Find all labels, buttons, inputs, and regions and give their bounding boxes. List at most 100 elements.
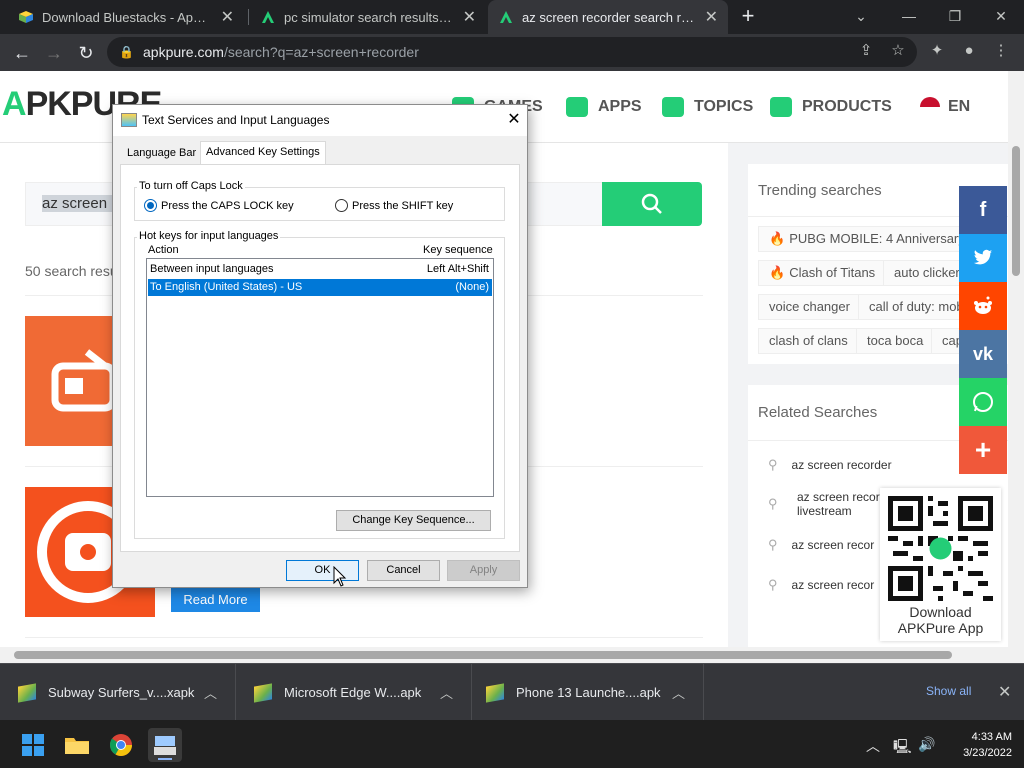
tab-close-icon[interactable]: ✕ (705, 7, 718, 27)
browser-tab-active[interactable]: az screen recorder search results ✕ (488, 0, 728, 34)
browser-tab[interactable]: Download Bluestacks - App Playe ✕ (8, 0, 244, 34)
horizontal-scrollbar[interactable] (0, 647, 1024, 663)
extensions-icon[interactable]: ✦ (926, 40, 948, 62)
chevron-up-icon[interactable]: ︿ (672, 683, 685, 702)
download-bar: Subway Surfers_v....xapk ︿ Microsoft Edg… (0, 663, 1024, 721)
download-item[interactable]: Subway Surfers_v....xapk ︿ (0, 664, 236, 721)
fire-icon: 🔥 (769, 265, 786, 280)
tab-language-bar[interactable]: Language Bar (122, 143, 201, 164)
search-icon (641, 193, 662, 214)
new-tab-button[interactable]: + (736, 4, 760, 30)
radio-dot (144, 199, 157, 212)
tab-title: az screen recorder search results (522, 9, 697, 25)
list-item-selected[interactable]: To English (United States) - US (None) (148, 279, 492, 296)
group-label: To turn off Caps Lock (137, 180, 245, 192)
show-all-link[interactable]: Show all (926, 684, 971, 698)
apply-button[interactable]: Apply (447, 560, 520, 581)
network-icon[interactable]: 🖳 (893, 736, 912, 760)
dialog-titlebar[interactable]: Text Services and Input Languages (113, 105, 527, 136)
reload-icon[interactable]: ↻ (73, 40, 99, 66)
volume-icon[interactable]: 🔊 (918, 736, 935, 753)
vertical-scrollbar[interactable] (1008, 71, 1024, 647)
mouse-cursor-icon (333, 566, 347, 587)
trending-chip[interactable]: toca boca (856, 328, 935, 354)
result-count: 50 search resu (25, 263, 118, 279)
trending-chip[interactable]: 🔥 PUBG MOBILE: 4 Anniversary (758, 226, 976, 252)
lock-icon: 🔒 (119, 45, 134, 59)
tab-search-chevron-icon[interactable]: ⌄ (838, 0, 884, 34)
dialog-title: Text Services and Input Languages (142, 113, 330, 127)
nav-products[interactable]: PRODUCTS (770, 97, 892, 117)
window-close-icon[interactable]: ✕ (978, 0, 1024, 34)
scroll-thumb[interactable] (14, 651, 952, 659)
qr-label: Download APKPure App (897, 604, 984, 636)
whatsapp-icon[interactable] (959, 378, 1007, 426)
download-item[interactable]: Phone 13 Launche....apk ︿ (468, 664, 704, 721)
restore-icon[interactable]: ❐ (932, 0, 978, 34)
browser-tab-strip: Download Bluestacks - App Playe ✕ pc sim… (0, 0, 1024, 34)
star-icon[interactable]: ☆ (887, 40, 909, 62)
scroll-thumb[interactable] (1012, 146, 1020, 276)
trending-chip[interactable]: auto clicker (883, 260, 971, 286)
facebook-icon[interactable]: f (959, 186, 1007, 234)
browser-tab[interactable]: pc simulator search results | APK ✕ (250, 0, 486, 34)
download-item[interactable]: Microsoft Edge W....apk ︿ (236, 664, 472, 721)
forward-arrow-icon[interactable]: → (41, 40, 67, 66)
related-item[interactable]: ⚲ az screen recor (768, 577, 874, 593)
twitter-icon[interactable] (959, 234, 1007, 282)
chrome-icon[interactable] (104, 728, 138, 762)
plus-icon[interactable]: + (959, 426, 1007, 474)
profile-icon[interactable]: ● (958, 40, 980, 62)
share-icon[interactable]: ⇪ (855, 40, 877, 62)
bluestacks-icon (18, 9, 34, 25)
related-item[interactable]: ⚲ az screen recor (768, 537, 874, 553)
trending-chip[interactable]: clash of clans (758, 328, 859, 354)
back-arrow-icon[interactable]: ← (9, 40, 35, 66)
read-more-button[interactable]: Read More (171, 587, 260, 612)
windows-start-icon[interactable] (16, 728, 50, 762)
nav-topics[interactable]: TOPICS (662, 97, 753, 117)
bluestacks-icon (18, 682, 36, 703)
trending-chip[interactable]: call of duty: mob (858, 294, 975, 320)
search-icon: ⚲ (768, 457, 778, 472)
search-button[interactable] (602, 182, 702, 226)
taskbar-clock[interactable]: 4:33 AM 3/23/2022 (940, 729, 1012, 761)
nav-language[interactable]: EN (920, 97, 970, 117)
reddit-icon[interactable] (959, 282, 1007, 330)
chevron-up-icon[interactable]: ︿ (866, 736, 880, 756)
qr-code-icon (888, 496, 993, 601)
nav-apps[interactable]: APPS (566, 97, 642, 117)
download-app-qr-card[interactable]: Download APKPure App (880, 488, 1001, 641)
hotkeys-list[interactable]: Between input languages Left Alt+Shift To… (146, 258, 494, 497)
chevron-up-icon[interactable]: ︿ (204, 683, 217, 702)
tab-advanced-key-settings[interactable]: Advanced Key Settings (200, 141, 326, 165)
tab-close-icon[interactable]: ✕ (221, 7, 234, 27)
search-icon: ⚲ (768, 496, 778, 511)
shift-radio[interactable]: Press the SHIFT key (335, 199, 453, 212)
ok-button[interactable]: OK (286, 560, 359, 581)
trending-chip[interactable]: voice changer (758, 294, 861, 320)
trending-chip[interactable]: 🔥 Clash of Titans (758, 260, 887, 286)
tab-separator (248, 9, 249, 25)
dialog-close-icon[interactable]: ✕ (501, 105, 527, 136)
vk-icon[interactable]: vk (959, 330, 1007, 378)
menu-icon[interactable]: ⋮ (990, 40, 1012, 62)
column-action: Action (148, 244, 179, 256)
clock-date: 3/23/2022 (963, 747, 1012, 759)
chevron-up-icon[interactable]: ︿ (440, 683, 453, 702)
cancel-button[interactable]: Cancel (367, 560, 440, 581)
minimize-icon[interactable]: — (886, 0, 932, 34)
tab-close-icon[interactable]: ✕ (463, 7, 476, 27)
address-bar[interactable]: 🔒 apkpure.com/search?q=az+screen+recorde… (107, 37, 917, 67)
change-key-sequence-button[interactable]: Change Key Sequence... (336, 510, 491, 531)
tab-title: Download Bluestacks - App Playe (42, 9, 213, 25)
file-explorer-icon[interactable] (60, 728, 94, 762)
keyboard-settings-icon[interactable] (148, 728, 182, 762)
trending-title: Trending searches (758, 182, 882, 199)
related-item[interactable]: ⚲ az screen recorder (768, 457, 892, 473)
caps-lock-radio[interactable]: Press the CAPS LOCK key (144, 199, 294, 212)
list-item[interactable]: Between input languages Left Alt+Shift (148, 261, 492, 278)
download-bar-close-icon[interactable]: ✕ (998, 682, 1011, 702)
share-bar: f vk + (959, 186, 1007, 474)
related-item[interactable]: ⚲ az screen recor livestream (768, 490, 880, 518)
